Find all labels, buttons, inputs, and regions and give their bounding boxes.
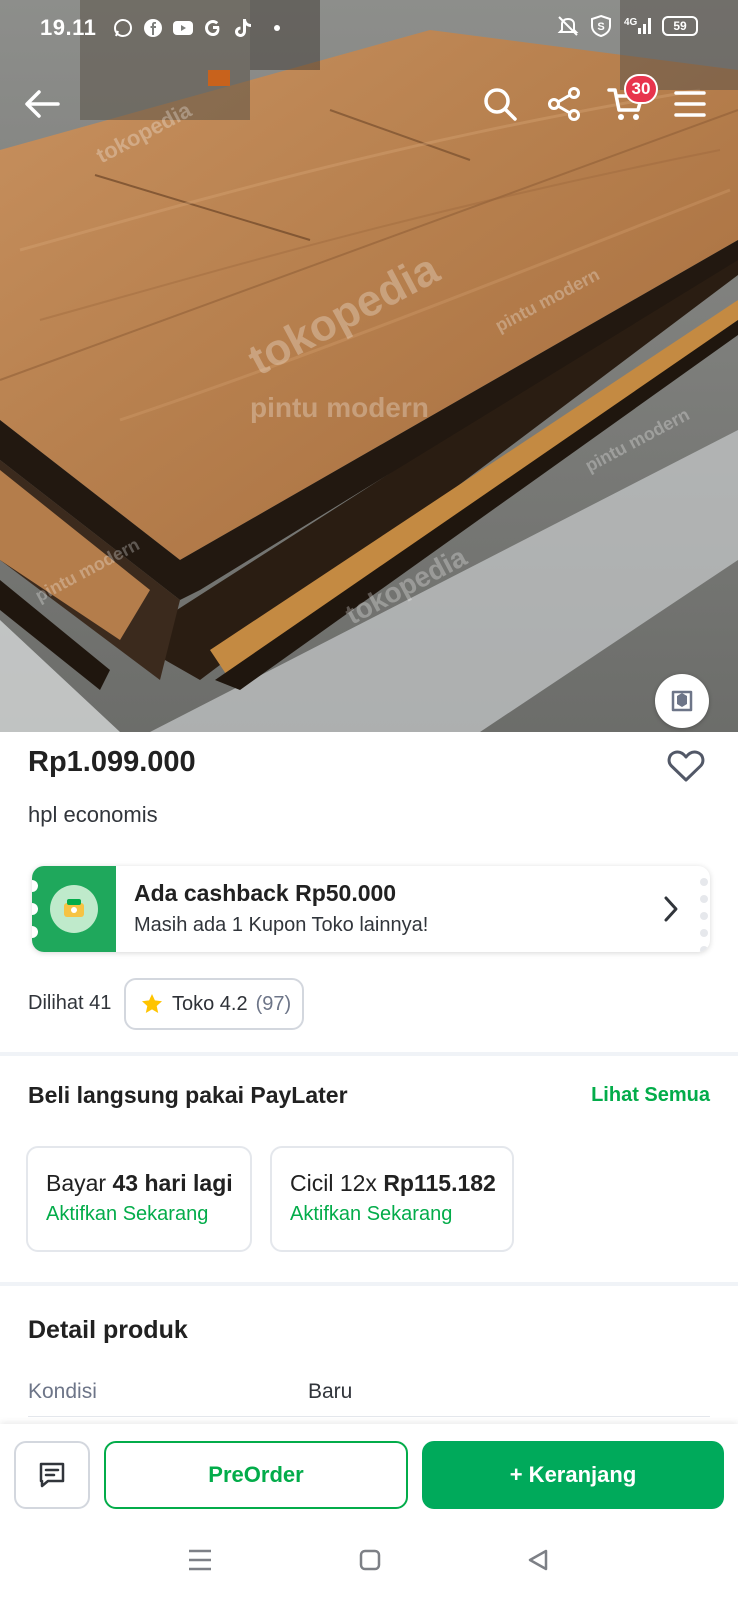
paylater-activate-link[interactable]: Aktifkan Sekarang [46,1203,250,1226]
wishlist-button[interactable] [664,744,708,788]
promo-coupon-strip [32,866,116,952]
chevron-right-icon [654,892,688,926]
system-navigation-bar [0,1520,738,1600]
network-label: 4G [624,17,638,28]
paylater-option-highlight: Rp115.182 [383,1170,496,1196]
cashback-promo-card[interactable]: Ada cashback Rp50.000 Masih ada 1 Kupon … [32,866,710,952]
view-count: Dilihat 41 [28,992,112,1014]
paylater-option-text: Bayar 43 hari lagi [46,1170,250,1197]
paylater-option-prefix: Bayar [46,1170,113,1196]
paylater-see-all-link[interactable]: Lihat Semua [591,1084,710,1107]
battery-indicator: 59 [662,16,698,36]
paylater-title: Beli langsung pakai PayLater [28,1082,348,1108]
mute-icon [557,16,579,36]
chat-icon [39,1462,65,1488]
product-image[interactable]: tokopedia tokopedia pintu modern pintu m… [0,0,738,732]
status-bar: 19.11 S 4G 59 [0,0,738,56]
hamburger-menu-icon [674,91,706,117]
share-button[interactable] [538,78,590,130]
star-icon [142,994,162,1013]
youtube-icon [172,17,194,39]
status-time: 19.11 [40,15,97,40]
menu-button[interactable] [664,78,716,130]
search-icon [484,88,517,121]
whatsapp-icon [112,17,134,39]
share-icon [548,87,580,121]
paylater-option-card[interactable]: Cicil 12x Rp115.182 Aktifkan Sekarang [270,1146,514,1252]
notification-icons [112,17,281,39]
section-divider [0,1282,738,1286]
watermark: pintu modern [250,392,429,423]
product-detail-title: Detail produk [28,1316,188,1344]
search-button[interactable] [474,78,526,130]
promo-subtitle: Masih ada 1 Kupon Toko lainnya! [134,914,429,936]
cashback-coupon-icon [50,885,98,933]
more-notifications-dot [274,25,281,31]
preorder-button[interactable]: PreOrder [104,1441,408,1509]
heart-icon [667,750,705,782]
detail-label-condition: Kondisi [28,1380,97,1403]
shop-rating-count: (97) [255,992,292,1015]
add-to-cart-button[interactable]: + Keranjang [422,1441,724,1509]
arrow-left-icon [25,90,60,118]
triangle-back-icon [528,1549,548,1571]
promo-title: Ada cashback Rp50.000 [134,880,397,906]
shield-icon: S [591,14,611,38]
shop-rating-label: Toko 4.2 [172,992,248,1015]
section-divider [0,1052,738,1056]
ar-cube-icon [671,690,693,712]
google-icon [202,17,224,39]
svg-text:S: S [597,21,604,33]
back-button[interactable] [16,78,68,130]
ar-view-button[interactable] [655,674,709,728]
square-home-icon [359,1549,381,1571]
bottom-action-bar: PreOrder + Keranjang [0,1424,738,1520]
tiktok-icon [232,17,254,39]
chat-seller-button[interactable] [14,1441,90,1509]
facebook-icon [142,17,164,39]
paylater-option-prefix: Cicil 12x [290,1170,384,1196]
signal-icon: 4G [624,17,651,34]
paylater-option-card[interactable]: Bayar 43 hari lagi Aktifkan Sekarang [26,1146,252,1252]
system-indicators: S 4G 59 [556,14,698,38]
paylater-option-highlight: 43 hari lagi [112,1170,233,1196]
paylater-option-text: Cicil 12x Rp115.182 [290,1170,512,1197]
system-back-button[interactable] [516,1538,560,1582]
shop-rating-chip[interactable]: Toko 4.2 (97) [124,978,304,1030]
detail-row-divider [28,1416,710,1417]
cart-count-badge: 30 [624,74,658,104]
promo-edge-dots [700,878,708,952]
menu-lines-icon [189,1549,211,1571]
cart-button[interactable]: 30 [600,74,658,130]
product-name: hpl economis [28,802,158,827]
product-price: Rp1.099.000 [28,746,196,778]
paylater-activate-link[interactable]: Aktifkan Sekarang [290,1203,512,1226]
recent-apps-button[interactable] [178,1538,222,1582]
home-button[interactable] [348,1538,392,1582]
detail-value-condition: Baru [308,1380,353,1403]
top-navigation: 30 [0,74,738,134]
